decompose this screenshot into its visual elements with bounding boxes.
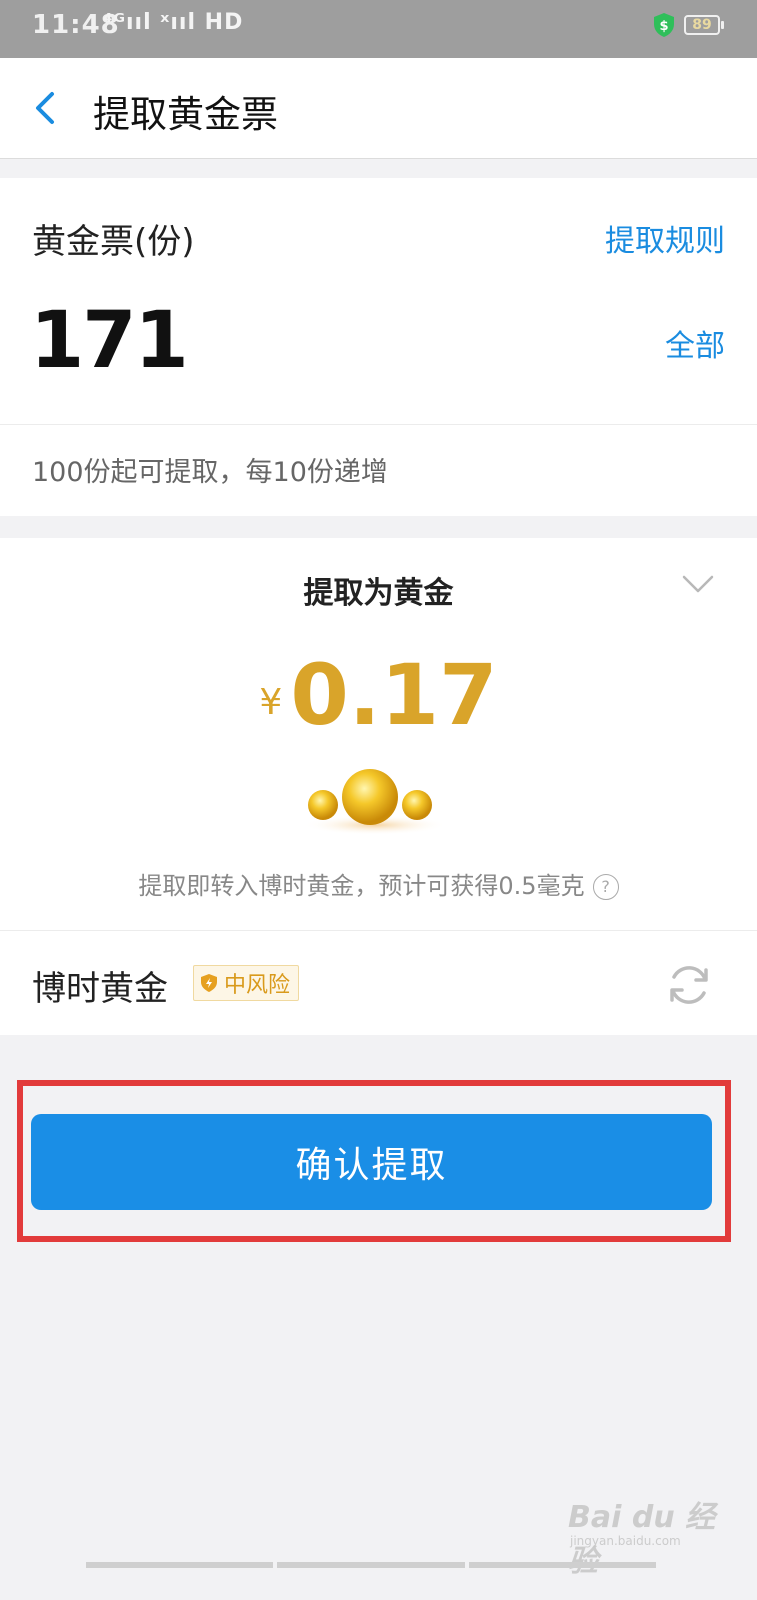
gold-value: ¥0.17: [0, 646, 757, 744]
battery-level: 89: [692, 17, 712, 33]
svg-text:$: $: [659, 19, 668, 34]
refresh-icon[interactable]: [665, 961, 713, 1009]
fund-row[interactable]: 博时黄金 中风险: [0, 930, 757, 1035]
risk-label: 中风险: [224, 973, 291, 998]
status-bar: 11:48 ⁴ᴳııl ˣııl HD $ 89: [0, 0, 757, 58]
shield-icon: [201, 974, 217, 992]
currency-symbol: ¥: [259, 682, 283, 723]
withdraw-note-text: 提取即转入博时黄金，预计可获得0.5毫克: [138, 872, 585, 900]
signal-indicator: ⁴ᴳııl ˣııl HD: [103, 10, 244, 35]
bottom-tab-strip: [86, 1562, 656, 1568]
chevron-down-icon[interactable]: [682, 574, 714, 594]
withdraw-method-selector[interactable]: 提取为黄金: [0, 568, 757, 612]
gold-coins-icon: [303, 769, 447, 835]
gold-amount: 0.17: [290, 646, 498, 744]
tab-segment: [277, 1562, 465, 1568]
page-title: 提取黄金票: [93, 93, 278, 136]
withdraw-hint: 100份起可提取，每10份递增: [32, 457, 388, 488]
ticket-label: 黄金票(份): [32, 222, 195, 262]
risk-badge: 中风险: [193, 965, 300, 1001]
ticket-amount-input[interactable]: 171: [30, 296, 189, 386]
tab-segment: [86, 1562, 274, 1568]
battery-icon: 89: [684, 15, 724, 35]
watermark-sub: jingyan.baidu.com: [570, 1534, 681, 1548]
baidu-watermark: Bai du 经验 jingyan.baidu.com: [568, 1492, 728, 1579]
nav-bar: 提取黄金票: [0, 58, 757, 159]
divider: [0, 424, 757, 425]
security-shield-icon: $: [654, 13, 674, 37]
fund-name: 博时黄金: [32, 969, 168, 1009]
withdraw-rules-link[interactable]: 提取规则: [605, 216, 725, 260]
gold-card: 提取为黄金 ¥0.17 提取即转入博时黄金，预计可获得0.5毫克?: [0, 538, 757, 930]
help-icon[interactable]: ?: [592, 874, 619, 900]
chevron-left-icon[interactable]: [30, 86, 60, 130]
confirm-withdraw-button[interactable]: 确认提取: [31, 1114, 712, 1210]
ticket-card: 黄金票(份) 提取规则 171 全部 100份起可提取，每10份递增: [0, 178, 757, 516]
tab-segment: [468, 1562, 656, 1568]
withdraw-note: 提取即转入博时黄金，预计可获得0.5毫克?: [0, 866, 757, 901]
withdraw-all-link[interactable]: 全部: [665, 321, 725, 365]
